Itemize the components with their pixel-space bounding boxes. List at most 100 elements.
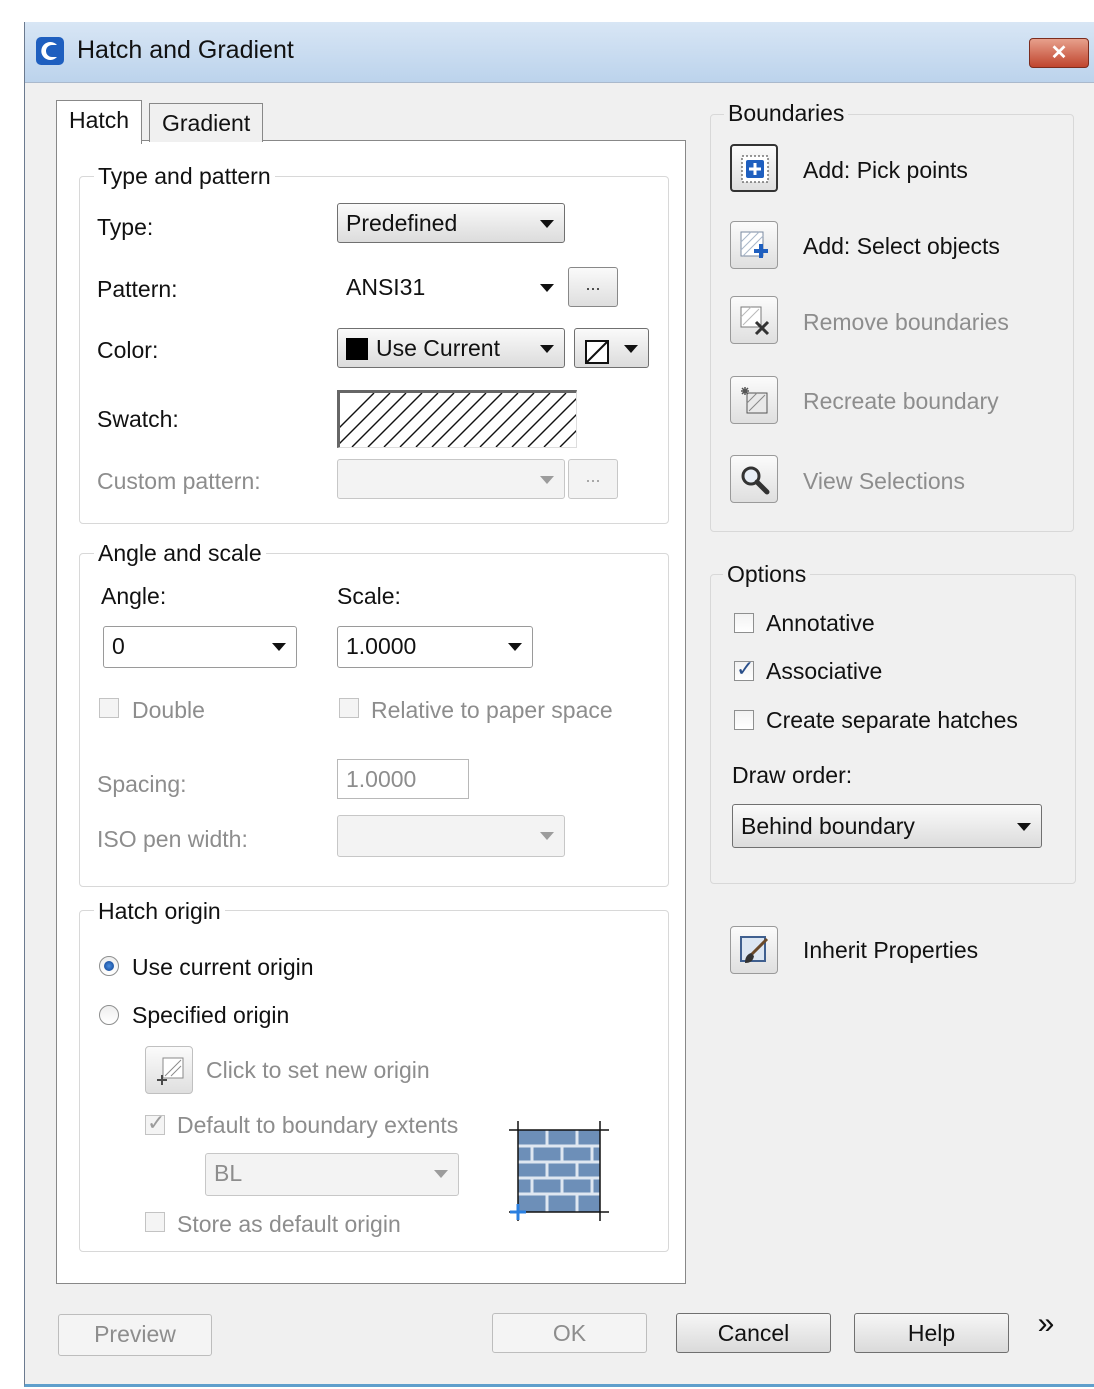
store-default-origin-label: Store as default origin	[177, 1211, 401, 1237]
specified-origin-radio[interactable]	[99, 1005, 119, 1025]
use-current-origin-radio[interactable]	[99, 956, 119, 976]
cancel-button[interactable]: Cancel	[676, 1313, 831, 1353]
pattern-browse-button[interactable]: ...	[568, 267, 618, 307]
set-origin-icon	[157, 1057, 184, 1085]
color-label: Color:	[97, 337, 159, 363]
add-pick-points-button[interactable]	[730, 144, 778, 192]
custom-pattern-browse-button[interactable]: ...	[568, 459, 618, 499]
title-bar: Hatch and Gradient ✕	[25, 22, 1094, 83]
specified-origin-label: Specified origin	[132, 1002, 290, 1028]
add-select-objects-label: Add: Select objects	[803, 233, 1000, 259]
type-dropdown[interactable]: Predefined	[337, 203, 565, 243]
recreate-boundary-icon	[741, 387, 768, 414]
tab-hatch-label: Hatch	[69, 107, 130, 133]
inherit-properties-icon	[740, 936, 769, 963]
chevron-down-icon	[1017, 823, 1031, 831]
hatch-gradient-dialog: Hatch and Gradient ✕ Hatch Gradient Type…	[24, 22, 1094, 1387]
chevron-down-icon	[508, 643, 522, 651]
window-title: Hatch and Gradient	[77, 36, 294, 64]
ok-label: OK	[552, 1320, 587, 1346]
background-color-dropdown[interactable]	[574, 328, 649, 368]
radio-selected-dot	[104, 961, 114, 971]
custom-pattern-label: Custom pattern:	[97, 468, 261, 494]
scale-value: 1.0000	[346, 633, 417, 659]
chevron-down-icon	[272, 643, 286, 651]
chevron-down-icon	[540, 284, 554, 292]
view-selections-button[interactable]	[730, 455, 778, 503]
boundaries-title: Boundaries	[724, 100, 849, 127]
inherit-properties-button[interactable]	[730, 926, 778, 974]
help-button[interactable]: Help	[854, 1313, 1009, 1353]
checkmark-icon: ✓	[147, 1110, 166, 1135]
cancel-label: Cancel	[717, 1320, 790, 1346]
chevron-down-icon	[434, 1170, 448, 1178]
draw-order-dropdown[interactable]: Behind boundary	[732, 804, 1042, 848]
scale-label: Scale:	[337, 583, 401, 609]
associative-label: Associative	[766, 658, 883, 684]
add-select-objects-button[interactable]	[730, 221, 778, 269]
color-value: Use Current	[376, 335, 500, 361]
chevron-down-icon	[540, 832, 554, 840]
swatch-preview[interactable]	[337, 390, 577, 448]
chevron-down-icon	[540, 345, 554, 353]
spacing-value: 1.0000	[346, 766, 417, 792]
chevron-down-icon	[624, 345, 638, 353]
select-objects-icon	[740, 231, 768, 258]
annotative-checkbox[interactable]	[734, 613, 754, 633]
click-set-origin-label: Click to set new origin	[206, 1057, 430, 1083]
help-label: Help	[907, 1320, 956, 1346]
chevron-down-icon	[540, 220, 554, 228]
preview-label: Preview	[94, 1321, 176, 1347]
swatch-label: Swatch:	[97, 406, 179, 432]
pattern-label: Pattern:	[97, 276, 178, 302]
store-default-origin-checkbox[interactable]	[145, 1212, 165, 1232]
iso-pen-width-dropdown[interactable]	[337, 815, 565, 857]
origin-position-dropdown[interactable]: BL	[205, 1153, 459, 1196]
default-boundary-extents-checkbox[interactable]: ✓	[145, 1110, 165, 1135]
angle-dropdown[interactable]: 0	[103, 626, 297, 668]
preview-button[interactable]: Preview	[58, 1314, 212, 1356]
pattern-browse-label: ...	[585, 274, 601, 294]
close-icon: ✕	[1050, 42, 1068, 64]
angle-scale-title: Angle and scale	[94, 540, 266, 567]
remove-boundaries-icon	[740, 306, 770, 336]
remove-boundaries-button[interactable]	[730, 296, 778, 344]
recreate-boundary-button[interactable]	[730, 376, 778, 424]
custom-pattern-dropdown[interactable]	[337, 459, 565, 499]
pattern-dropdown[interactable]: ANSI31	[337, 267, 565, 307]
ok-button[interactable]: OK	[492, 1313, 647, 1353]
associative-checkbox[interactable]: ✓	[734, 656, 754, 681]
relative-paper-space-label: Relative to paper space	[371, 697, 613, 723]
hatch-origin-title: Hatch origin	[94, 898, 225, 925]
remove-boundaries-label: Remove boundaries	[803, 309, 1009, 335]
double-label: Double	[132, 697, 205, 723]
create-separate-hatches-label: Create separate hatches	[766, 707, 1018, 733]
type-label: Type:	[97, 214, 154, 240]
origin-preview-icon	[507, 1119, 611, 1223]
custom-browse-label: ...	[585, 466, 601, 486]
origin-position-value: BL	[214, 1160, 243, 1186]
recreate-boundary-label: Recreate boundary	[803, 388, 999, 414]
draw-order-label: Draw order:	[732, 762, 853, 788]
scale-dropdown[interactable]: 1.0000	[337, 626, 533, 668]
inherit-properties-label: Inherit Properties	[803, 937, 979, 963]
use-current-origin-label: Use current origin	[132, 954, 314, 980]
create-separate-hatches-checkbox[interactable]	[734, 710, 754, 730]
double-checkbox[interactable]	[99, 698, 119, 718]
draw-order-value: Behind boundary	[741, 813, 915, 839]
tab-hatch[interactable]: Hatch	[56, 100, 143, 144]
app-logo-icon	[35, 36, 65, 66]
color-dropdown[interactable]: Use Current	[337, 328, 565, 368]
more-options-button[interactable]: »	[1031, 1309, 1061, 1341]
annotative-label: Annotative	[766, 610, 875, 636]
checkmark-icon: ✓	[736, 656, 755, 681]
tab-gradient[interactable]: Gradient	[149, 103, 264, 142]
iso-pen-width-label: ISO pen width:	[97, 826, 248, 852]
close-button[interactable]: ✕	[1029, 38, 1089, 68]
pattern-value: ANSI31	[346, 274, 426, 300]
relative-paper-space-checkbox[interactable]	[339, 698, 359, 718]
set-origin-button[interactable]	[145, 1046, 193, 1094]
tab-gradient-label: Gradient	[162, 110, 251, 136]
spacing-input[interactable]: 1.0000	[337, 759, 469, 799]
type-value: Predefined	[346, 210, 458, 236]
